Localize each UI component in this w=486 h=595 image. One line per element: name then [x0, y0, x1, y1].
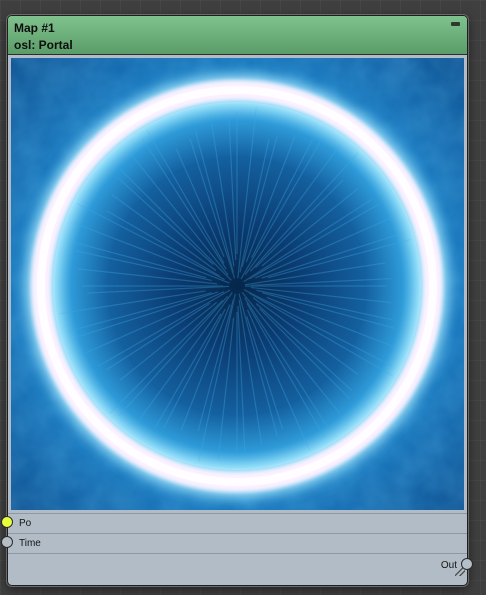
- input-port-row-po: Po: [8, 513, 467, 533]
- input-port-label-time: Time: [19, 538, 41, 549]
- input-port-row-time: Time: [8, 533, 467, 553]
- node-subtitle: osl: Portal: [14, 38, 73, 52]
- input-port-label-po: Po: [19, 518, 32, 529]
- node-title: Map #1: [14, 21, 55, 35]
- input-socket-time[interactable]: [1, 536, 13, 548]
- output-port-row-out: Out: [8, 553, 467, 578]
- input-socket-po[interactable]: [1, 516, 13, 528]
- node-preview: [11, 58, 464, 510]
- portal-preview-image: [11, 58, 464, 510]
- collapse-icon[interactable]: [451, 22, 460, 26]
- output-socket-out[interactable]: [461, 558, 473, 570]
- node-header[interactable]: Map #1 osl: Portal: [8, 16, 467, 55]
- map-node[interactable]: Map #1 osl: Portal Po Time Out: [7, 15, 468, 586]
